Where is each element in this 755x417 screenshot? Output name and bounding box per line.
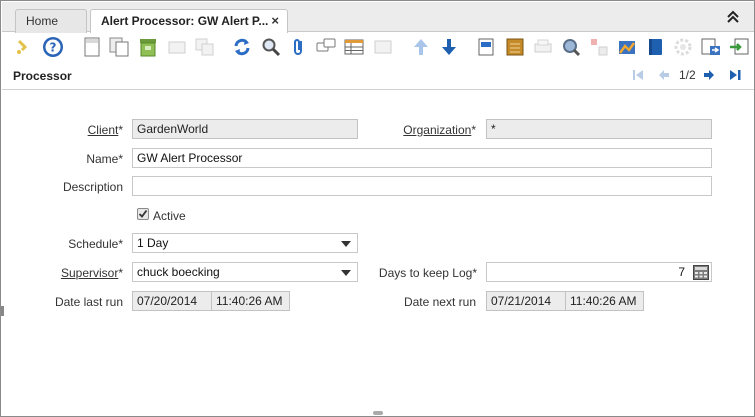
schedule-label: Schedule* xyxy=(51,237,123,251)
export-icon[interactable] xyxy=(700,36,722,58)
organization-label-text: Organization xyxy=(403,123,472,137)
window-title: Processor xyxy=(13,69,72,83)
first-record-icon[interactable] xyxy=(631,68,645,84)
request-icon[interactable] xyxy=(588,36,610,58)
description-label-text: Description xyxy=(62,180,123,194)
supervisor-select[interactable]: chuck boecking xyxy=(132,262,358,282)
history-icon[interactable] xyxy=(372,36,394,58)
save-icon[interactable] xyxy=(194,36,216,58)
collapse-icon[interactable] xyxy=(726,10,740,24)
find-icon[interactable] xyxy=(260,36,282,58)
days-to-keep-log-input[interactable]: 7 xyxy=(486,262,712,282)
schedule-select[interactable]: 1 Day xyxy=(132,233,358,253)
active-checkbox[interactable] xyxy=(137,208,149,220)
refresh-icon[interactable] xyxy=(231,36,253,58)
workflow-icon[interactable] xyxy=(644,36,666,58)
checkmark-icon xyxy=(138,209,148,218)
help-icon[interactable]: ? xyxy=(42,36,64,58)
close-tab-icon[interactable]: × xyxy=(271,10,279,32)
supervisor-required-mark: * xyxy=(118,266,123,280)
svg-text:?: ? xyxy=(50,41,57,55)
parent-record-icon[interactable] xyxy=(410,36,432,58)
undo-icon[interactable] xyxy=(12,36,34,58)
dropdown-arrow-icon[interactable] xyxy=(341,270,351,276)
delete-selection-icon[interactable] xyxy=(166,36,188,58)
next-record-icon[interactable] xyxy=(702,68,716,84)
archive-icon[interactable] xyxy=(504,36,526,58)
new-record-icon[interactable] xyxy=(81,36,103,58)
client-value: GardenWorld xyxy=(137,122,209,136)
date-next-run-label-text: Date next run xyxy=(403,295,476,309)
active-label[interactable]: Active xyxy=(153,209,186,223)
calculator-icon[interactable] xyxy=(693,265,709,280)
previous-record-icon[interactable] xyxy=(657,68,671,84)
date-next-run-date: 07/21/2014 xyxy=(486,291,566,311)
name-label-text: Name xyxy=(86,152,119,166)
days-to-keep-log-value: 7 xyxy=(678,265,685,279)
schedule-value: 1 Day xyxy=(137,236,169,250)
schedule-required-mark: * xyxy=(118,237,123,251)
supervisor-label-text: Supervisor xyxy=(60,266,119,280)
toolbar: ? xyxy=(2,33,754,63)
date-next-run-date-value: 07/21/2014 xyxy=(491,294,552,308)
schedule-label-text: Schedule xyxy=(68,237,119,251)
splitter-handle[interactable] xyxy=(1,306,4,316)
record-counter: 1/2 xyxy=(679,68,696,82)
last-record-icon[interactable] xyxy=(728,68,742,84)
name-required-mark: * xyxy=(118,152,123,166)
bottom-splitter-handle[interactable] xyxy=(373,411,383,415)
active-workflows-icon[interactable] xyxy=(672,36,694,58)
name-input[interactable]: GW Alert Processor xyxy=(132,148,712,168)
tab-home[interactable]: Home (17) xyxy=(15,9,87,50)
client-label-text: Client xyxy=(87,123,119,137)
client-field: GardenWorld xyxy=(132,119,358,139)
name-label: Name* xyxy=(61,152,123,166)
delete-icon[interactable] xyxy=(137,36,159,58)
tab-alert-processor-label: Alert Processor: GW Alert P... xyxy=(101,14,269,28)
import-icon[interactable] xyxy=(728,36,750,58)
days-to-keep-log-required-mark: * xyxy=(472,266,477,280)
app-window: Home (17) Alert Processor: GW Alert P...… xyxy=(0,0,755,417)
days-to-keep-log-label: Days to keep Log* xyxy=(369,266,477,280)
copy-record-icon[interactable] xyxy=(108,36,130,58)
date-next-run-time-value: 11:40:26 AM xyxy=(570,294,637,308)
date-last-run-date-value: 07/20/2014 xyxy=(137,294,198,308)
tab-alert-processor[interactable]: Alert Processor: GW Alert P... × xyxy=(90,9,288,34)
product-info-icon[interactable] xyxy=(616,36,638,58)
client-label[interactable]: Client* xyxy=(81,123,123,137)
supervisor-label[interactable]: Supervisor* xyxy=(41,266,123,280)
detail-record-icon[interactable] xyxy=(438,36,460,58)
date-last-run-time-value: 11:40:26 AM xyxy=(216,294,283,308)
attachment-icon[interactable] xyxy=(288,36,310,58)
tab-bar: Home (17) Alert Processor: GW Alert P...… xyxy=(2,2,754,50)
zoom-across-icon[interactable] xyxy=(560,36,582,58)
report-icon[interactable] xyxy=(475,36,497,58)
organization-field: * xyxy=(486,119,712,139)
description-label: Description xyxy=(41,180,123,194)
date-last-run-label-text: Date last run xyxy=(54,295,123,309)
organization-required-mark: * xyxy=(471,123,476,137)
chat-icon[interactable] xyxy=(315,36,337,58)
organization-label[interactable]: Organization* xyxy=(396,123,476,137)
days-to-keep-log-label-text: Days to keep Log xyxy=(378,266,473,280)
name-value: GW Alert Processor xyxy=(137,151,243,165)
dropdown-arrow-icon[interactable] xyxy=(341,241,351,247)
organization-value: * xyxy=(491,122,496,136)
window-header: Processor 1/2 xyxy=(2,63,754,90)
grid-toggle-icon[interactable] xyxy=(343,36,365,58)
print-icon[interactable] xyxy=(532,36,554,58)
date-next-run-time: 11:40:26 AM xyxy=(565,291,644,311)
date-last-run-label: Date last run xyxy=(41,295,123,309)
date-last-run-time: 11:40:26 AM xyxy=(211,291,290,311)
date-next-run-label: Date next run xyxy=(387,295,476,309)
supervisor-value: chuck boecking xyxy=(137,265,220,279)
description-input[interactable] xyxy=(132,176,712,196)
client-required-mark: * xyxy=(118,123,123,137)
date-last-run-date: 07/20/2014 xyxy=(132,291,212,311)
